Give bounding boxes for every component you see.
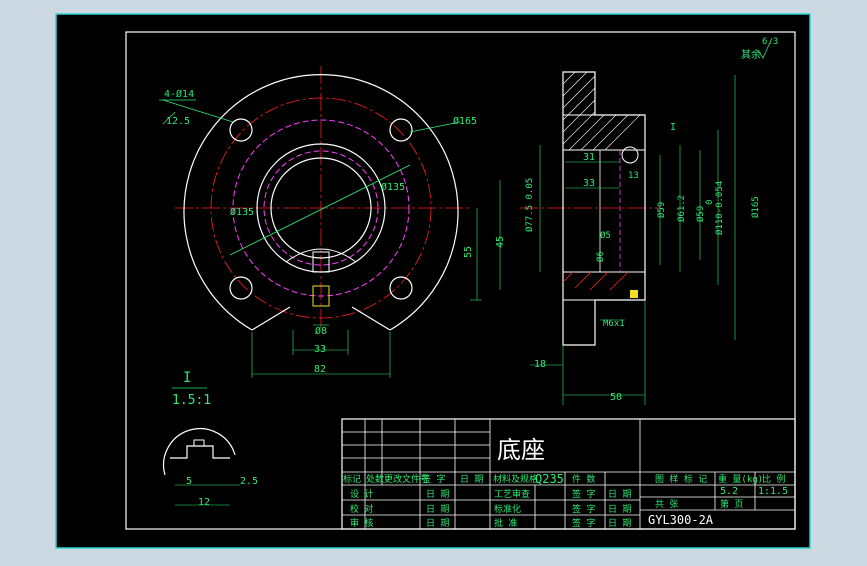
- tb-date6: 日 期: [608, 518, 631, 529]
- tb-h6: 材料及规格: [493, 473, 538, 485]
- tb-h4: 签 字: [422, 473, 445, 485]
- tb-std: 标准化: [494, 503, 521, 515]
- tb-appr: 批 准: [494, 517, 517, 529]
- tb-t3: 比 例: [762, 473, 785, 485]
- label-45: 45: [495, 236, 506, 248]
- label-d110-tol: 0: [705, 200, 715, 205]
- label-d59a: Ø59: [656, 202, 667, 218]
- label-33-side: 33: [583, 178, 595, 189]
- tb-date3: 日 期: [426, 518, 449, 529]
- label-slot-w: Ø8: [315, 325, 327, 337]
- label-d5: Ø5: [600, 230, 611, 241]
- label-13: 13: [628, 171, 639, 181]
- tb-r3: 审 核: [350, 517, 373, 529]
- tb-date4: 日 期: [608, 489, 631, 500]
- label-55: 55: [463, 246, 474, 258]
- label-82: 82: [314, 364, 326, 375]
- label-hole-depth: 12.5: [166, 116, 190, 127]
- tb-t2: 重 量(kg): [718, 473, 763, 485]
- label-d59b: Ø59: [695, 206, 706, 222]
- label-holes: 4-Ø14: [164, 88, 194, 100]
- label-d612: Ø61.2: [676, 195, 687, 222]
- roughness-note: 其余: [741, 48, 761, 61]
- label-pcd-right: Ø135: [381, 181, 405, 193]
- tb-h5: 日 期: [460, 474, 483, 485]
- tb-sig2: 签 字: [572, 503, 595, 515]
- tb-proc: 工艺审查: [494, 488, 530, 500]
- tb-date1: 日 期: [426, 489, 449, 500]
- tb-page: 第 页: [720, 498, 743, 510]
- cad-viewport[interactable]: 4-Ø14 12.5 Ø165 Ø135 Ø135 Ø8 33 82 55 31…: [0, 0, 867, 562]
- tb-material: Q235: [535, 472, 564, 486]
- part-name: 底座: [497, 436, 545, 464]
- tb-sheet: 共 张: [655, 499, 678, 510]
- label-d165-side: Ø165: [750, 196, 761, 218]
- label-d110: Ø110-0.054: [714, 181, 725, 235]
- tb-date5: 日 期: [608, 504, 631, 515]
- label-50: 50: [610, 392, 622, 403]
- label-18: 18: [534, 359, 546, 370]
- label-d77: Ø77.5 0.05: [524, 178, 535, 232]
- label-section-mark: I: [670, 122, 676, 133]
- detail-scale: 1.5:1: [172, 393, 211, 408]
- tb-r2: 校 对: [350, 503, 373, 515]
- drawing-canvas: 4-Ø14 12.5 Ø165 Ø135 Ø135 Ø8 33 82 55 31…: [0, 0, 867, 562]
- detail-25: 2.5: [240, 476, 258, 487]
- tb-h2: 处数: [366, 473, 384, 485]
- label-d6: Ø6: [595, 251, 606, 262]
- tb-mass: 5.2: [720, 486, 738, 497]
- label-thread: M6x1: [603, 319, 625, 329]
- label-31: 31: [583, 152, 595, 163]
- tb-scale: 1:1.5: [758, 486, 788, 497]
- tb-drawing-number: GYL300-2A: [648, 513, 714, 527]
- yellow-mark: [630, 290, 638, 298]
- tb-h1: 标记: [343, 473, 361, 485]
- detail-5: 5: [186, 476, 192, 487]
- tb-r1: 设 计: [350, 488, 373, 500]
- label-outer-dia: Ø165: [453, 115, 477, 127]
- tb-t1: 图 样 标 记: [655, 473, 707, 485]
- detail-12: 12: [198, 497, 210, 508]
- tb-date2: 日 期: [426, 504, 449, 515]
- label-33: 33: [314, 344, 326, 355]
- tb-sig3: 签 字: [572, 517, 595, 529]
- tb-h7: 件 数: [572, 473, 595, 485]
- detail-label: I: [183, 370, 191, 386]
- label-pcd-left: Ø135: [230, 206, 254, 218]
- tb-sig1: 签 字: [572, 488, 595, 500]
